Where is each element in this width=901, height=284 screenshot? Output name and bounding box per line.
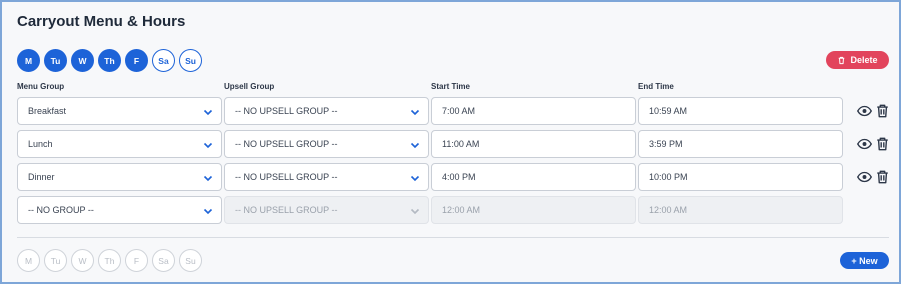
new-day-toggle-thursday[interactable]: Th <box>98 249 121 272</box>
menu-group-value: Breakfast <box>28 106 67 116</box>
row-actions <box>857 104 889 118</box>
new-end-time-input: 12:00 AM <box>638 196 843 224</box>
upsell-group-header: Upsell Group <box>224 82 275 91</box>
section-divider <box>17 237 889 238</box>
row-actions <box>857 170 889 184</box>
end-time-header: End Time <box>638 82 674 91</box>
menu-group-value: Lunch <box>28 139 53 149</box>
new-day-toggle-sunday[interactable]: Su <box>179 249 202 272</box>
new-day-toggle-wednesday[interactable]: W <box>71 249 94 272</box>
eye-icon[interactable] <box>857 138 872 150</box>
upsell-group-value: -- NO UPSELL GROUP -- <box>235 106 338 116</box>
day-toggle-wednesday[interactable]: W <box>71 49 94 72</box>
row-actions <box>857 137 889 151</box>
chevron-down-icon <box>203 208 213 215</box>
carryout-hours-panel: Carryout Menu & Hours M Tu W Th F Sa Su … <box>0 0 901 284</box>
new-button[interactable]: + New <box>840 252 889 269</box>
new-day-toggle-monday[interactable]: M <box>17 249 40 272</box>
day-toggle-friday[interactable]: F <box>125 49 148 72</box>
delete-button[interactable]: Delete <box>826 51 889 69</box>
menu-group-select[interactable]: Lunch <box>17 130 222 158</box>
chevron-down-icon <box>410 109 420 116</box>
menu-group-select[interactable]: Dinner <box>17 163 222 191</box>
day-toggle-sunday[interactable]: Su <box>179 49 202 72</box>
upsell-group-value: -- NO UPSELL GROUP -- <box>235 139 338 149</box>
menu-group-value: -- NO GROUP -- <box>28 205 94 215</box>
trash-icon[interactable] <box>876 104 889 118</box>
day-selector: M Tu W Th F Sa Su <box>17 49 202 72</box>
upsell-group-value: -- NO UPSELL GROUP -- <box>235 172 338 182</box>
eye-icon[interactable] <box>857 105 872 117</box>
new-day-toggle-saturday[interactable]: Sa <box>152 249 175 272</box>
upsell-group-value: -- NO UPSELL GROUP -- <box>235 205 338 215</box>
chevron-down-icon <box>410 142 420 149</box>
end-time-input[interactable]: 10:00 PM <box>638 163 843 191</box>
new-menu-group-select[interactable]: -- NO GROUP -- <box>17 196 222 224</box>
upsell-group-select[interactable]: -- NO UPSELL GROUP -- <box>224 130 429 158</box>
trash-icon <box>839 56 845 64</box>
eye-icon[interactable] <box>857 171 872 183</box>
new-day-toggle-friday[interactable]: F <box>125 249 148 272</box>
new-day-toggle-tuesday[interactable]: Tu <box>44 249 67 272</box>
menu-group-value: Dinner <box>28 172 55 182</box>
new-day-selector: M Tu W Th F Sa Su <box>17 249 202 272</box>
start-time-input[interactable]: 11:00 AM <box>431 130 636 158</box>
day-toggle-tuesday[interactable]: Tu <box>44 49 67 72</box>
day-toggle-saturday[interactable]: Sa <box>152 49 175 72</box>
new-start-time-input: 12:00 AM <box>431 196 636 224</box>
chevron-down-icon <box>410 208 420 215</box>
delete-label: Delete <box>850 55 878 65</box>
upsell-group-select[interactable]: -- NO UPSELL GROUP -- <box>224 97 429 125</box>
trash-icon[interactable] <box>876 137 889 151</box>
trash-icon[interactable] <box>876 170 889 184</box>
panel-title: Carryout Menu & Hours <box>17 13 186 30</box>
start-time-header: Start Time <box>431 82 470 91</box>
end-time-input[interactable]: 10:59 AM <box>638 97 843 125</box>
chevron-down-icon <box>203 175 213 182</box>
day-toggle-thursday[interactable]: Th <box>98 49 121 72</box>
start-time-input[interactable]: 4:00 PM <box>431 163 636 191</box>
menu-group-header: Menu Group <box>17 82 65 91</box>
upsell-group-select[interactable]: -- NO UPSELL GROUP -- <box>224 163 429 191</box>
menu-group-select[interactable]: Breakfast <box>17 97 222 125</box>
start-time-input[interactable]: 7:00 AM <box>431 97 636 125</box>
day-toggle-monday[interactable]: M <box>17 49 40 72</box>
end-time-input[interactable]: 3:59 PM <box>638 130 843 158</box>
chevron-down-icon <box>410 175 420 182</box>
new-upsell-group-select: -- NO UPSELL GROUP -- <box>224 196 429 224</box>
chevron-down-icon <box>203 109 213 116</box>
chevron-down-icon <box>203 142 213 149</box>
